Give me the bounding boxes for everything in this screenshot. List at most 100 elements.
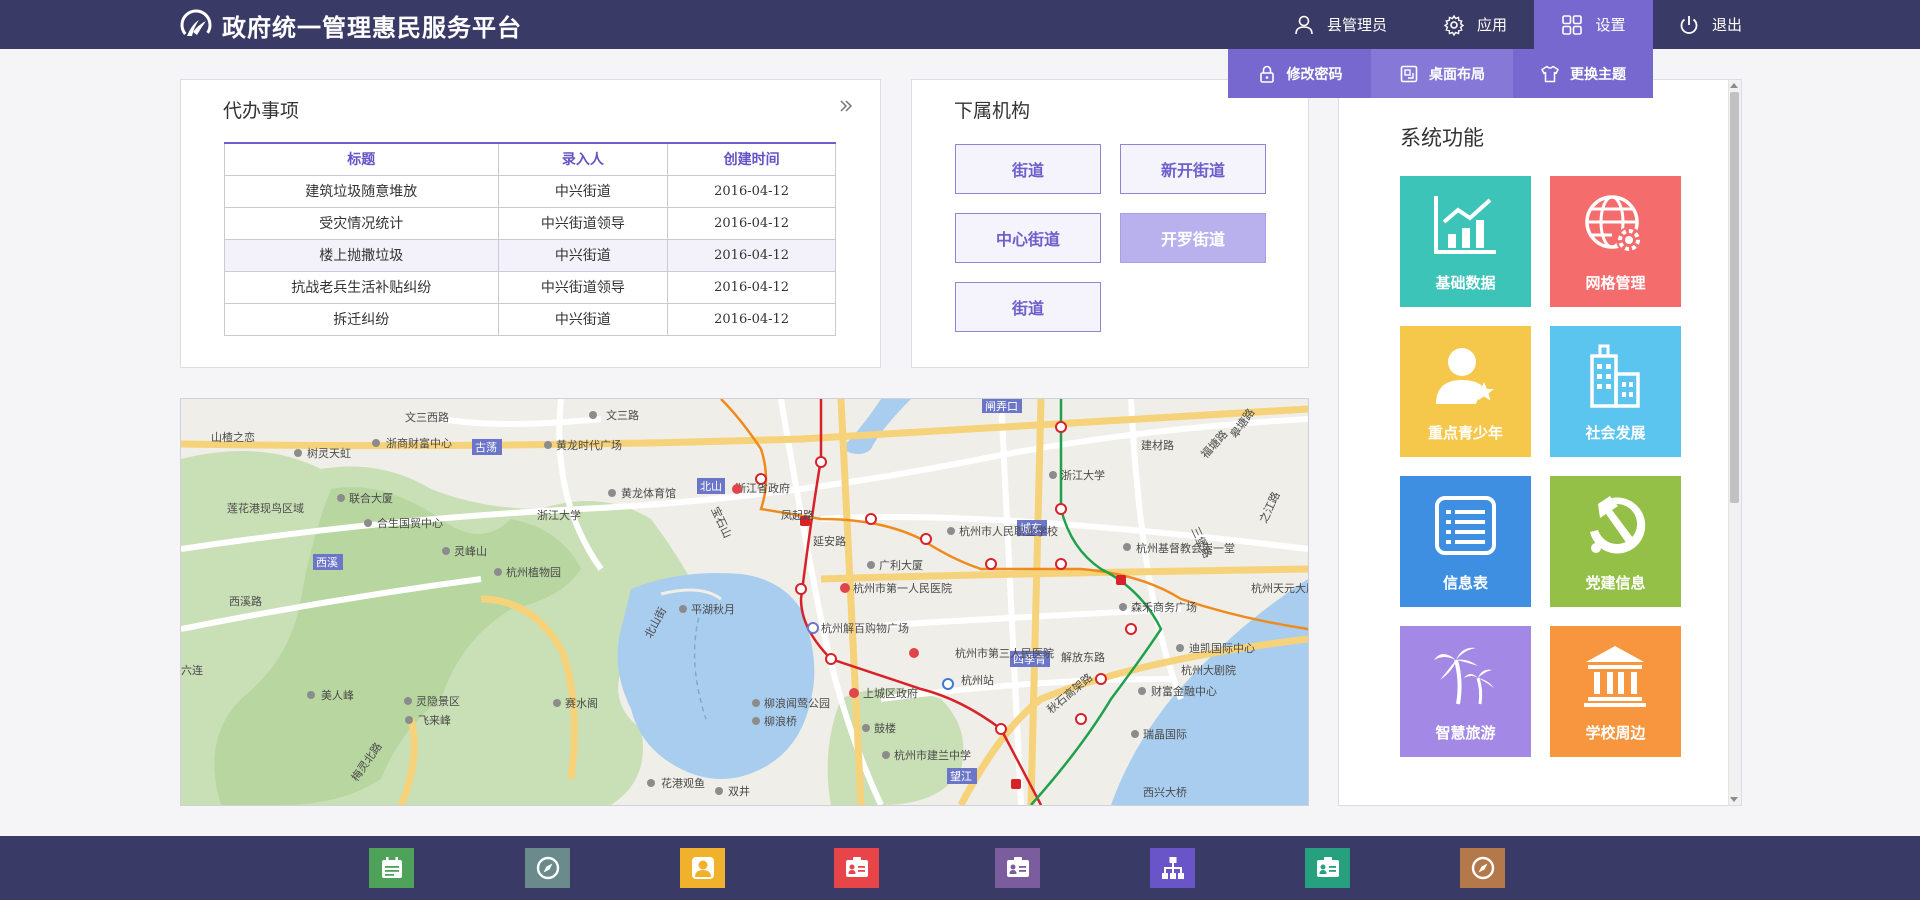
nav-app[interactable]: 应用 (1443, 0, 1507, 49)
map-label: 黄龙时代广场 (556, 438, 622, 452)
map-label: 杭州市第一人民医院 (853, 581, 952, 595)
map-label: 杭州市建兰中学 (894, 748, 971, 762)
dock-navigate[interactable] (1460, 848, 1505, 888)
functions-title: 系统功能 (1400, 127, 1484, 150)
tile-school-surroundings[interactable]: 学校周边 (1550, 626, 1681, 757)
row-created: 2016-04-12 (667, 206, 836, 240)
column-header-created[interactable]: 创建时间 (667, 142, 836, 176)
school-icon (1584, 646, 1646, 707)
map-label: 延安路 (813, 534, 846, 548)
calendar-icon (381, 857, 402, 878)
table-row[interactable]: 抗战老兵生活补贴纠纷 中兴街道领导 2016-04-12 (224, 270, 836, 304)
row-title[interactable]: 拆迁纠纷 (224, 302, 499, 336)
tile-party-info[interactable]: 党建信息 (1550, 476, 1681, 607)
table-row[interactable]: 拆迁纠纷 中兴街道 2016-04-12 (224, 302, 836, 336)
dock-compass[interactable] (525, 848, 570, 888)
bottom-dock (0, 836, 1920, 900)
shirt-icon (1541, 65, 1559, 82)
map-label: 杭州解百购物广场 (821, 621, 909, 635)
double-chevron-right-icon[interactable] (838, 98, 854, 114)
map-label: 森禾商务广场 (1131, 600, 1197, 614)
column-header-title[interactable]: 标题 (224, 142, 499, 176)
dock-contact-card[interactable] (995, 848, 1040, 888)
column-header-author[interactable]: 录入人 (497, 142, 669, 176)
map-label: 杭州站 (961, 673, 994, 687)
map-label: 建材路 (1141, 438, 1174, 452)
nav-logout-label: 退出 (1712, 17, 1743, 34)
map-label: 凤起路 (781, 509, 814, 522)
map-label: 杭州基督教会崇一堂 (1136, 541, 1235, 555)
org-button[interactable]: 街道 (955, 144, 1101, 194)
table-row[interactable]: 建筑垃圾随意堆放 中兴街道 2016-04-12 (224, 174, 836, 208)
nav-user[interactable]: 县管理员 (1293, 0, 1387, 49)
org-button[interactable]: 中心街道 (955, 213, 1101, 263)
tile-label: 社会发展 (1585, 425, 1646, 442)
user-icon (691, 857, 714, 879)
navigate-icon (1471, 856, 1494, 880)
scroll-down-icon[interactable] (1730, 797, 1738, 802)
row-title[interactable]: 受灾情况统计 (224, 206, 499, 240)
map-label: 柳浪桥 (764, 714, 797, 728)
dock-user[interactable] (680, 848, 725, 888)
map-label: 联合大厦 (349, 491, 393, 505)
row-created: 2016-04-12 (667, 174, 836, 208)
row-title[interactable]: 抗战老兵生活补贴纠纷 (224, 270, 499, 304)
map-label: 西溪路 (229, 595, 262, 608)
map-canvas[interactable]: 古荡 北山 城东 西溪 四季青 望江 闸弄口 文三西路 文三路 黄龙时代广场 浙… (181, 399, 1308, 805)
nav-settings[interactable]: 设置 (1534, 0, 1653, 49)
dock-org-chart[interactable] (1150, 848, 1195, 888)
desktop-layout-item[interactable]: 桌面布局 (1371, 49, 1513, 98)
dock-badge[interactable] (1305, 848, 1350, 888)
map-district-label: 西溪 (316, 556, 338, 569)
scrollbar[interactable] (1728, 80, 1741, 805)
power-icon (1680, 15, 1698, 34)
gear-icon (1443, 14, 1465, 36)
row-author: 中兴街道 (497, 238, 669, 272)
scroll-thumb[interactable] (1730, 92, 1739, 503)
change-password-item[interactable]: 修改密码 (1228, 49, 1371, 98)
map-label: 山楂之恋 (211, 430, 255, 444)
map-label: 杭州市第三人民医院 (955, 646, 1054, 660)
tile-social-development[interactable]: 社会发展 (1550, 326, 1681, 457)
chart-icon (1434, 196, 1496, 254)
dock-calendar[interactable] (369, 848, 414, 888)
brand[interactable]: 政府统一管理惠民服务平台 (179, 7, 522, 43)
table-row[interactable]: 楼上抛撒垃圾 中兴街道 2016-04-12 (224, 238, 836, 272)
lock-icon (1259, 65, 1274, 83)
dock-id-card[interactable] (834, 848, 879, 888)
org-button[interactable]: 新开街道 (1120, 144, 1266, 194)
tile-key-youth[interactable]: 重点青少年 (1400, 326, 1531, 457)
map-label: 杭州大剧院 (1181, 663, 1236, 677)
table-row[interactable]: 受灾情况统计 中兴街道领导 2016-04-12 (224, 206, 836, 240)
functions-panel: 系统功能 基础数据 网格管理 重点青少年 社会发展 信息表 党建信息 智慧旅游 … (1338, 79, 1742, 806)
map-label: 上城区政府 (863, 686, 918, 700)
city-map[interactable]: 古荡 北山 城东 西溪 四季青 望江 闸弄口 文三西路 文三路 黄龙时代广场 浙… (180, 398, 1309, 806)
org-button[interactable]: 街道 (955, 282, 1101, 332)
org-button-active[interactable]: 开罗街道 (1120, 213, 1266, 263)
map-label: 飞来峰 (418, 714, 451, 727)
logo-icon (180, 9, 212, 41)
tile-label: 网格管理 (1585, 275, 1646, 292)
tile-smart-tourism[interactable]: 智慧旅游 (1400, 626, 1531, 757)
map-district-label: 闸弄口 (985, 400, 1018, 413)
map-label: 合生国贸中心 (377, 516, 443, 530)
change-theme-item[interactable]: 更换主题 (1513, 49, 1653, 98)
layout-icon (1400, 65, 1418, 82)
nav-logout[interactable]: 退出 (1678, 0, 1742, 49)
map-label: 花港观鱼 (661, 776, 705, 790)
row-title[interactable]: 楼上抛撒垃圾 (224, 238, 499, 272)
map-label: 赛水阁 (565, 696, 598, 710)
id-card-icon (845, 857, 868, 877)
row-author: 中兴街道 (497, 302, 669, 336)
tile-grid-management[interactable]: 网格管理 (1550, 176, 1681, 307)
buildings-icon (1590, 344, 1640, 408)
row-title[interactable]: 建筑垃圾随意堆放 (224, 174, 499, 208)
row-created: 2016-04-12 (667, 302, 836, 336)
tile-basic-data[interactable]: 基础数据 (1400, 176, 1531, 307)
tile-label: 党建信息 (1585, 575, 1646, 592)
map-label: 鼓楼 (874, 721, 896, 735)
tile-info-table[interactable]: 信息表 (1400, 476, 1531, 607)
orgs-title: 下属机构 (954, 101, 1031, 122)
scroll-up-icon[interactable] (1730, 83, 1738, 88)
map-label: 杭州植物园 (506, 565, 561, 579)
